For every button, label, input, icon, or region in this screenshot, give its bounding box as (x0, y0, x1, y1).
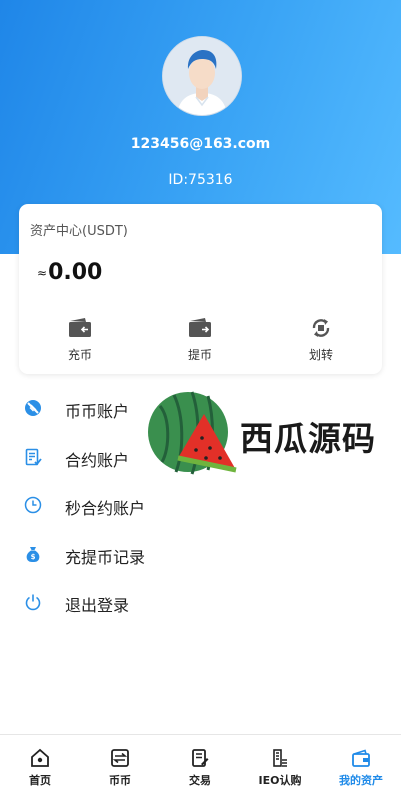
power-icon (25, 594, 41, 611)
tab-label: 交易 (189, 774, 211, 787)
tab-my-assets[interactable]: 我的资产 (321, 735, 401, 801)
menu-item-label: 币币账户 (65, 402, 130, 421)
approx-symbol: ≈ (37, 266, 48, 280)
tab-label: IEO认购 (258, 774, 302, 787)
balance-value: 0.00 (48, 260, 103, 285)
total-balance: ≈0.00 (37, 260, 102, 285)
menu-item-label: 合约账户 (65, 450, 130, 470)
wallet-deposit-icon (69, 318, 91, 337)
watermelon-logo-icon (148, 391, 237, 475)
wallet-withdraw-icon (189, 318, 211, 337)
menu-item-label: 退出登录 (65, 596, 130, 615)
transfer-button[interactable]: 划转 (281, 316, 361, 368)
tab-ieo[interactable]: IEO认购 (240, 735, 320, 801)
deposit-button[interactable]: 充币 (40, 316, 120, 368)
watermark-text: 西瓜源码 (240, 419, 376, 458)
withdraw-button[interactable]: 提币 (160, 316, 240, 368)
no-coin-icon (25, 400, 41, 416)
tab-label: 我的资产 (339, 774, 383, 787)
avatar-icon (163, 37, 241, 115)
asset-card-title: 资产中心(USDT) (30, 224, 128, 239)
menu-item-second-contract-account[interactable]: 秒合约账户 (0, 481, 401, 530)
tab-home[interactable]: 首页 (0, 735, 80, 801)
menu-item-label: 充提币记录 (65, 547, 146, 567)
transfer-label: 划转 (308, 348, 333, 362)
withdraw-label: 提币 (187, 348, 212, 362)
home-icon (31, 748, 49, 767)
tab-trade[interactable]: 交易 (160, 735, 240, 801)
asset-card: 资产中心(USDT) ≈0.00 充币 提币 划转 (19, 204, 382, 374)
deposit-label: 充币 (67, 348, 92, 362)
tab-label: 币币 (109, 774, 131, 787)
tab-label: 首页 (29, 774, 51, 787)
document-icon (25, 448, 42, 465)
bottom-tab-bar: 首页 币币 交易 IEO认购 我的资产 (0, 734, 401, 801)
money-bag-icon: $ (26, 546, 40, 562)
menu-item-logout[interactable]: 退出登录 (0, 578, 401, 627)
svg-text:$: $ (31, 553, 36, 561)
user-id: ID:75316 (168, 172, 233, 188)
trade-icon (192, 749, 209, 767)
menu-item-deposit-withdraw-records[interactable]: $ 充提币记录 (0, 530, 401, 579)
wallet-icon (352, 749, 370, 767)
tab-spot[interactable]: 币币 (80, 735, 160, 801)
asset-actions: 充币 提币 划转 (19, 316, 382, 368)
transfer-icon (312, 319, 330, 337)
watermark: 西瓜源码 (140, 388, 400, 478)
menu-item-label: 秒合约账户 (65, 499, 146, 518)
clock-icon (24, 496, 42, 514)
ieo-icon (273, 749, 287, 767)
avatar[interactable] (162, 36, 242, 116)
exchange-icon (111, 749, 129, 767)
user-email: 123456@163.com (130, 136, 271, 152)
